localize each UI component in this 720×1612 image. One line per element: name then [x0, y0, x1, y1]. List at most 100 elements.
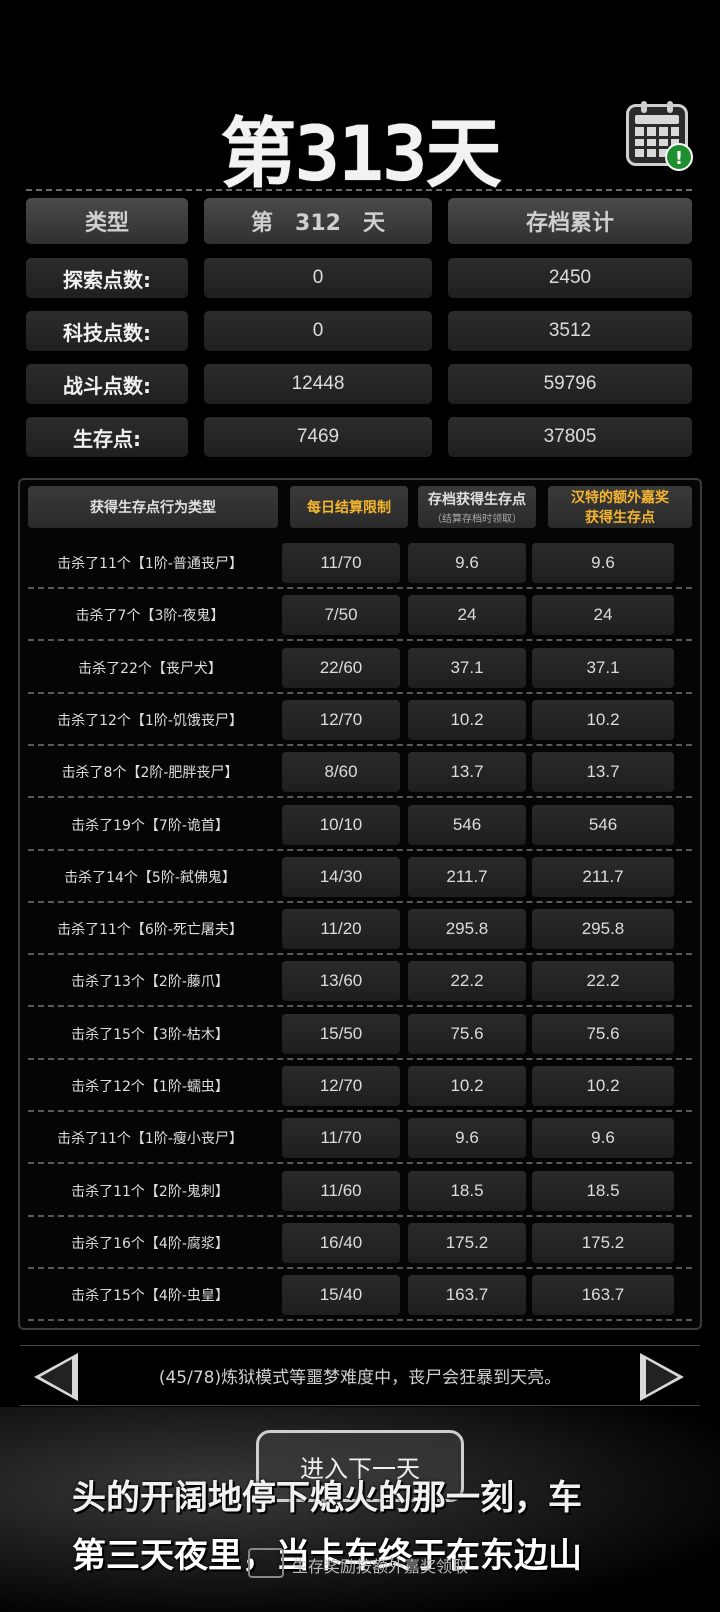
summary-archive-survival: 37805	[448, 417, 692, 457]
summary-day-explore: 0	[204, 258, 432, 298]
row-archive: 9.6	[408, 543, 526, 583]
calendar-button[interactable]: !	[626, 101, 693, 171]
row-limit: 14/30	[282, 856, 400, 897]
summary-header-type: 类型	[26, 198, 188, 244]
row-limit: 12/70	[282, 699, 400, 740]
row-bonus: 9.6	[532, 1118, 674, 1159]
summary-label-tech: 科技点数:	[26, 311, 188, 351]
row-action: 击杀了12个【1阶-蠕虫】	[71, 1079, 229, 1095]
table-row: 击杀了11个【6阶-死亡屠夫】 11/20 295.8 295.8	[20, 902, 700, 956]
row-action: 击杀了11个【6阶-死亡屠夫】	[57, 922, 243, 939]
col-header-limit: 每日结算限制	[290, 486, 408, 528]
row-action: 击杀了22个【丧尸犬】	[78, 660, 222, 677]
table-row: 击杀了16个【4阶-腐浆】 16/40 175.2 175.2	[20, 1216, 700, 1269]
summary-label-survival: 生存点:	[26, 417, 188, 457]
row-limit: 8/60	[282, 752, 400, 793]
prev-tip-arrow-icon[interactable]	[34, 1353, 78, 1401]
row-action: 击杀了15个【3阶-枯木】	[71, 1026, 229, 1043]
row-archive: 18.5	[408, 1170, 526, 1211]
col-header-bonus-line1: 汉特的额外嘉奖	[571, 490, 669, 506]
row-bonus: 37.1	[532, 647, 674, 688]
table-row: 击杀了12个【1阶-饥饿丧尸】 12/70 10.2 10.2	[20, 693, 700, 746]
row-bonus: 175.2	[532, 1222, 674, 1263]
table-row: 击杀了12个【1阶-蠕虫】 12/70 10.2 10.2	[20, 1059, 700, 1112]
row-archive: 10.2	[408, 699, 526, 740]
table-row: 击杀了19个【7阶-诡首】 10/10 546 546	[20, 798, 700, 851]
survival-points-table[interactable]: 获得生存点行为类型 每日结算限制 存档获得生存点 （结算存档时领取） 汉特的额外…	[18, 478, 702, 1330]
row-action: 击杀了13个【2阶-藤爪】	[71, 974, 229, 991]
divider	[20, 1345, 700, 1346]
summary-day-tech: 0	[204, 311, 432, 351]
col-header-bonus: 汉特的额外嘉奖 获得生存点	[548, 486, 692, 528]
calendar-ring	[641, 101, 647, 113]
row-limit: 22/60	[282, 647, 400, 688]
row-archive: 295.8	[408, 909, 526, 950]
row-archive: 211.7	[408, 856, 526, 897]
col-header-action-label: 获得生存点行为类型	[90, 500, 216, 516]
divider	[20, 1405, 700, 1406]
calendar-ring	[667, 101, 673, 113]
row-divider	[28, 1319, 692, 1322]
row-action: 击杀了16个【4阶-腐浆】	[71, 1235, 229, 1252]
row-archive: 37.1	[408, 647, 526, 688]
row-action: 击杀了19个【7阶-诡首】	[71, 817, 229, 834]
row-bonus: 546	[532, 804, 674, 845]
row-archive: 9.6	[408, 1118, 526, 1159]
row-action: 击杀了15个【4阶-虫皇】	[71, 1288, 229, 1305]
row-limit: 11/60	[282, 1170, 400, 1211]
skip-label: 生存奖励按额外嘉奖领取	[292, 1557, 469, 1576]
row-bonus: 211.7	[532, 856, 674, 897]
row-bonus: 10.2	[532, 699, 674, 740]
row-archive: 75.6	[408, 1013, 526, 1054]
row-limit: 11/20	[282, 909, 400, 950]
summary-header-archive: 存档累计	[448, 198, 692, 244]
row-action: 击杀了8个【2阶-肥胖丧尸】	[61, 765, 239, 782]
col-header-limit-label: 每日结算限制	[307, 500, 391, 516]
col-header-bonus-line2: 获得生存点	[585, 510, 655, 526]
tip-text: (45/78)炼狱模式等噩梦难度中，丧尸会狂暴到天亮。	[158, 1368, 562, 1388]
alert-badge-icon: !	[665, 143, 693, 171]
skip-checkbox[interactable]	[248, 1548, 284, 1578]
table-row: 击杀了13个【2阶-藤爪】 13/60 22.2 22.2	[20, 954, 700, 1008]
row-action: 击杀了12个【1阶-饥饿丧尸】	[57, 712, 243, 729]
row-bonus: 22.2	[532, 961, 674, 1002]
row-archive: 175.2	[408, 1222, 526, 1263]
row-archive: 24	[408, 595, 526, 636]
row-archive: 163.7	[408, 1275, 526, 1316]
row-bonus: 13.7	[532, 752, 674, 793]
row-bonus: 24	[532, 595, 674, 636]
table-row: 击杀了11个【1阶-普通丧尸】 11/70 9.6 9.6	[20, 536, 700, 589]
table-row: 击杀了11个【1阶-瘦小丧尸】 11/70 9.6 9.6	[20, 1111, 700, 1165]
row-limit: 16/40	[282, 1222, 400, 1263]
col-header-archive-label: 存档获得生存点	[428, 492, 526, 508]
table-row: 击杀了15个【3阶-枯木】 15/50 75.6 75.6	[20, 1007, 700, 1060]
row-action: 击杀了11个【1阶-瘦小丧尸】	[57, 1131, 243, 1148]
row-limit: 11/70	[282, 543, 400, 583]
calendar-icon-header	[635, 115, 679, 124]
row-bonus: 75.6	[532, 1013, 674, 1054]
page-title: 第313天	[0, 92, 720, 202]
row-action: 击杀了11个【1阶-普通丧尸】	[57, 556, 243, 572]
row-limit: 15/40	[282, 1275, 400, 1316]
summary-day-survival: 7469	[204, 417, 432, 457]
summary-label-combat: 战斗点数:	[26, 364, 188, 404]
row-limit: 7/50	[282, 595, 400, 636]
row-bonus: 18.5	[532, 1170, 674, 1211]
summary-archive-tech: 3512	[448, 311, 692, 351]
summary-header-day: 第 312 天	[204, 198, 432, 244]
table-row: 击杀了8个【2阶-肥胖丧尸】 8/60 13.7 13.7	[20, 745, 700, 799]
col-header-archive-sub: （结算存档时领取）	[432, 514, 522, 525]
table-row: 击杀了11个【2阶-鬼刺】 11/60 18.5 18.5	[20, 1164, 700, 1217]
row-action: 击杀了11个【2阶-鬼刺】	[71, 1183, 229, 1200]
row-limit: 12/70	[282, 1066, 400, 1106]
row-archive: 10.2	[408, 1066, 526, 1106]
table-row: 击杀了22个【丧尸犬】 22/60 37.1 37.1	[20, 641, 700, 694]
row-action: 击杀了7个【3阶-夜鬼】	[75, 608, 225, 625]
col-header-action: 获得生存点行为类型	[28, 486, 278, 528]
row-limit: 13/60	[282, 961, 400, 1002]
row-bonus: 9.6	[532, 543, 674, 583]
summary-archive-combat: 59796	[448, 364, 692, 404]
summary-day-combat: 12448	[204, 364, 432, 404]
next-tip-arrow-icon[interactable]	[640, 1353, 684, 1401]
col-header-archive: 存档获得生存点 （结算存档时领取）	[418, 486, 536, 528]
